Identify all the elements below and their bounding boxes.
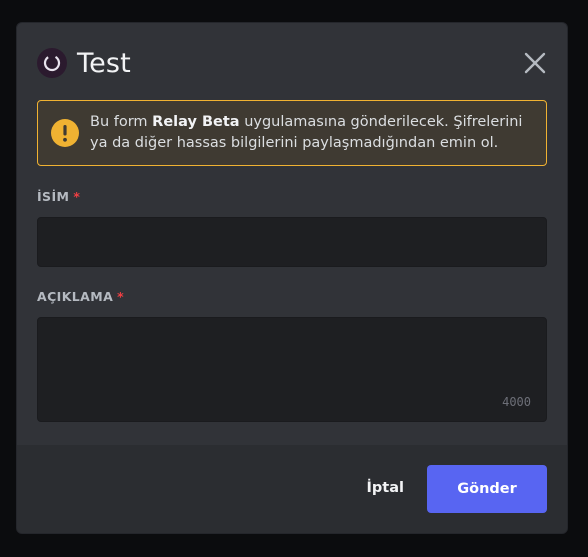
name-input[interactable] [37,217,547,267]
description-label-text: AÇIKLAMA [37,289,114,304]
close-icon[interactable] [523,51,547,75]
warning-text-before: Bu form [90,114,153,130]
modal-title: Test [77,47,131,79]
name-field-label: İSİM * [37,189,80,204]
modal-dialog: Test Bu form Relay Beta uygulamasına gön… [16,22,568,534]
warning-text: Bu form Relay Beta uygulamasına gönderil… [90,112,532,154]
cancel-button[interactable]: İptal [367,480,404,496]
warning-banner: Bu form Relay Beta uygulamasına gönderil… [37,100,547,166]
name-label-text: İSİM [37,189,70,204]
warning-icon [50,118,80,148]
warning-app-name: Relay Beta [152,114,240,130]
relay-app-icon [37,48,67,78]
required-marker: * [73,189,81,204]
modal-header: Test [37,45,131,81]
submit-button[interactable]: Gönder [427,465,547,513]
description-field-label: AÇIKLAMA * [37,289,124,304]
description-textarea[interactable] [37,317,547,422]
required-marker: * [117,289,125,304]
char-limit-counter: 4000 [502,395,531,409]
modal-footer: İptal Gönder [17,445,567,533]
